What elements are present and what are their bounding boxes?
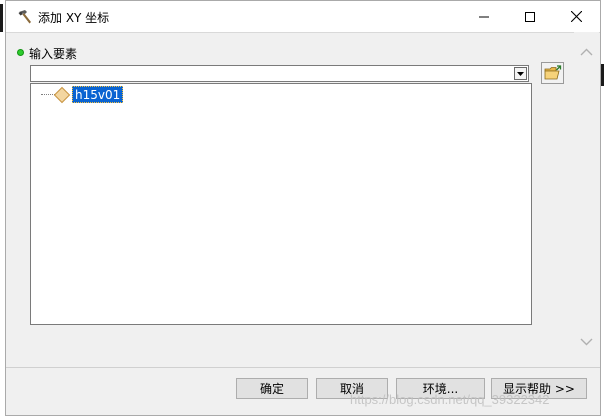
close-icon [570,11,582,22]
footer-divider [6,367,600,368]
hammer-icon [18,10,31,24]
browse-button[interactable] [541,62,564,84]
open-folder-icon [544,65,561,80]
input-features-label: 输入要素 [29,47,78,61]
tree-item-label[interactable]: h15v01 [72,86,124,103]
dialog-window: 添加 XY 坐标 输入要素 h15v01 确定 取消 环境... 显示帮助 >> [5,0,601,416]
scroll-down-icon[interactable] [580,338,593,346]
chevron-down-icon [517,71,524,76]
background-window-edge-left [0,4,3,32]
watermark-text: https://blog.csdn.net/qq_39322342 [350,392,550,407]
feature-diamond-icon [53,86,71,104]
scroll-up-icon[interactable] [580,48,593,56]
combo-dropdown-button[interactable] [514,67,527,80]
maximize-button[interactable] [507,1,553,32]
window-title: 添加 XY 坐标 [38,11,110,25]
ok-button[interactable]: 确定 [236,378,308,399]
close-button[interactable] [553,1,599,32]
maximize-icon [525,11,535,22]
input-features-combo[interactable] [30,65,529,82]
vertical-scrollbar[interactable] [574,32,599,367]
minimize-icon [479,16,489,17]
minimize-button[interactable] [461,1,507,32]
title-bar[interactable]: 添加 XY 坐标 [6,1,600,32]
feature-tree-list[interactable]: h15v01 [30,83,532,325]
required-indicator-icon [17,49,24,56]
